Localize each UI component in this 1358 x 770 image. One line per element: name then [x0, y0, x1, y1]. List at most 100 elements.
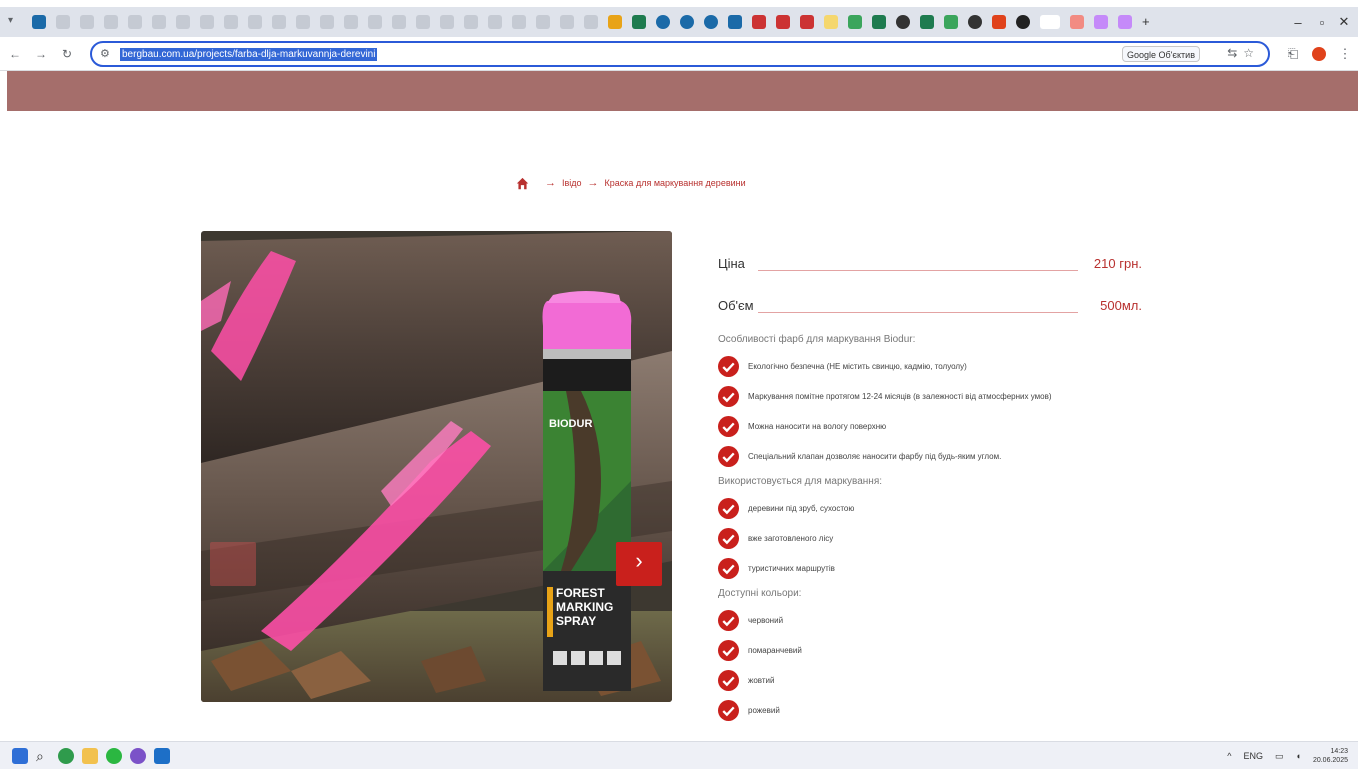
forward-icon[interactable]: →: [30, 43, 52, 65]
tab-favicon[interactable]: [560, 15, 574, 29]
tab-favicon[interactable]: [176, 15, 190, 29]
list-item-text: деревини під зруб, сухостою: [748, 504, 855, 513]
list-item-text: жовтий: [748, 676, 775, 685]
tab-favicon[interactable]: [920, 15, 934, 29]
tab-favicon[interactable]: [968, 15, 982, 29]
tab-favicon[interactable]: [392, 15, 406, 29]
outlook-icon[interactable]: [154, 748, 170, 764]
tab-favicon[interactable]: [656, 15, 670, 29]
windows-start-icon[interactable]: [12, 748, 28, 764]
tab-favicon[interactable]: [776, 15, 790, 29]
tab-favicon[interactable]: [1070, 15, 1084, 29]
file-explorer-icon[interactable]: [82, 748, 98, 764]
clock[interactable]: 14:23 20.06.2025: [1313, 747, 1348, 765]
tab-favicon[interactable]: [152, 15, 166, 29]
close-icon[interactable]: ✕: [1324, 7, 1358, 37]
tab-favicon[interactable]: [248, 15, 262, 29]
viber-icon[interactable]: [130, 748, 146, 764]
downloads-icon[interactable]: ⎗: [1280, 46, 1306, 62]
can-label-line-3: SPRAY: [556, 614, 596, 628]
tab-favicon[interactable]: [944, 15, 958, 29]
address-bar[interactable]: ⚙ bergbau.com.ua/projects/farba-dlja-mar…: [90, 41, 1270, 67]
tab-favicon[interactable]: [296, 15, 310, 29]
tab-favicon[interactable]: [728, 15, 742, 29]
os-taskbar: ⌕ ^ ENG ▭ ◖ 14:23 20.06.2025: [0, 741, 1358, 769]
arrow-right-icon: →: [587, 177, 599, 189]
chevron-up-icon[interactable]: ^: [1227, 751, 1231, 761]
tab-favicon[interactable]: [56, 15, 70, 29]
menu-icon[interactable]: ⋮: [1332, 46, 1358, 62]
tab-favicon[interactable]: [824, 15, 838, 29]
tab-favicon[interactable]: [224, 15, 238, 29]
tab-favicon[interactable]: [752, 15, 766, 29]
volume-icon[interactable]: ◖: [1296, 751, 1301, 761]
tab-favicon[interactable]: [992, 15, 1006, 29]
list-item: Екологічно безпечна (НЕ містить свинцю, …: [718, 356, 1142, 378]
reload-icon[interactable]: ↻: [56, 43, 78, 65]
avatar[interactable]: [1312, 47, 1326, 61]
list-item-text: вже заготовленого лісу: [748, 534, 834, 543]
dotted-leader: [758, 270, 1078, 271]
whatsapp-icon[interactable]: [106, 748, 122, 764]
gallery-prev-button[interactable]: [210, 542, 256, 586]
tab-favicon[interactable]: [488, 15, 502, 29]
tab-favicon[interactable]: [680, 15, 694, 29]
url-text[interactable]: bergbau.com.ua/projects/farba-dlja-marku…: [120, 48, 378, 61]
tab-favicon[interactable]: [464, 15, 478, 29]
back-icon[interactable]: ←: [4, 43, 26, 65]
tab-favicon[interactable]: [536, 15, 550, 29]
site-header-banner: [7, 71, 1358, 111]
home-icon[interactable]: [516, 177, 529, 190]
check-circle-icon: [718, 558, 739, 579]
tab-favicon[interactable]: [632, 15, 646, 29]
active-tab[interactable]: [1040, 15, 1060, 29]
dotted-leader: [758, 312, 1078, 313]
tab-favicon[interactable]: [608, 15, 622, 29]
tab-favicon[interactable]: [512, 15, 526, 29]
tab-favicon[interactable]: [1118, 15, 1132, 29]
language-indicator[interactable]: ENG: [1243, 751, 1263, 761]
clock-time: 14:23: [1330, 748, 1348, 755]
spec-value: 210 грн.: [1089, 256, 1142, 271]
tab-favicon[interactable]: [896, 15, 910, 29]
tab-favicon[interactable]: [344, 15, 358, 29]
chrome-icon[interactable]: [58, 748, 74, 764]
site-info-icon[interactable]: ⚙: [100, 47, 110, 60]
google-lens-chip[interactable]: Google Об'єктив: [1122, 46, 1200, 62]
tab-favicon[interactable]: [416, 15, 430, 29]
tab-favicon[interactable]: [320, 15, 334, 29]
tab-search-icon[interactable]: ▾: [8, 15, 22, 29]
gallery-next-button[interactable]: [616, 542, 662, 586]
list-item: жовтий: [718, 670, 1142, 692]
tab-favicon[interactable]: [200, 15, 214, 29]
list-item-text: рожевий: [748, 706, 780, 715]
tab-favicon[interactable]: [80, 15, 94, 29]
can-label-line-2: MARKING: [556, 600, 613, 614]
section-title: Доступні кольори:: [718, 588, 802, 599]
tab-favicon[interactable]: [1016, 15, 1030, 29]
tab-favicon[interactable]: [272, 15, 286, 29]
network-icon[interactable]: ▭: [1275, 751, 1284, 762]
product-info: Ціна 210 грн. Об'єм 500мл. Особливості ф…: [718, 250, 1142, 730]
check-circle-icon: [718, 610, 739, 631]
tab-favicon[interactable]: [32, 15, 46, 29]
tab-favicon[interactable]: [584, 15, 598, 29]
tab-favicon[interactable]: [848, 15, 862, 29]
tab-favicon[interactable]: [1094, 15, 1108, 29]
bookmark-star-icon[interactable]: ⇆☆: [1227, 46, 1260, 60]
breadcrumb-item[interactable]: Івідо: [562, 178, 582, 188]
tab-favicon[interactable]: [368, 15, 382, 29]
breadcrumb-current: Краска для маркування деревини: [604, 178, 746, 188]
list-item-text: помаранчевий: [748, 646, 802, 655]
tab-favicon[interactable]: [872, 15, 886, 29]
browser-toolbar: ← → ↻ ⚙ bergbau.com.ua/projects/farba-dl…: [0, 37, 1358, 71]
tab-favicon[interactable]: [800, 15, 814, 29]
tab-favicon[interactable]: [104, 15, 118, 29]
check-circle-icon: [718, 386, 739, 407]
tab-favicon[interactable]: [440, 15, 454, 29]
clock-date: 20.06.2025: [1312, 757, 1348, 764]
tab-favicon[interactable]: [128, 15, 142, 29]
new-tab-icon[interactable]: +: [1142, 15, 1156, 29]
tab-favicon[interactable]: [704, 15, 718, 29]
search-icon[interactable]: ⌕: [36, 748, 52, 764]
